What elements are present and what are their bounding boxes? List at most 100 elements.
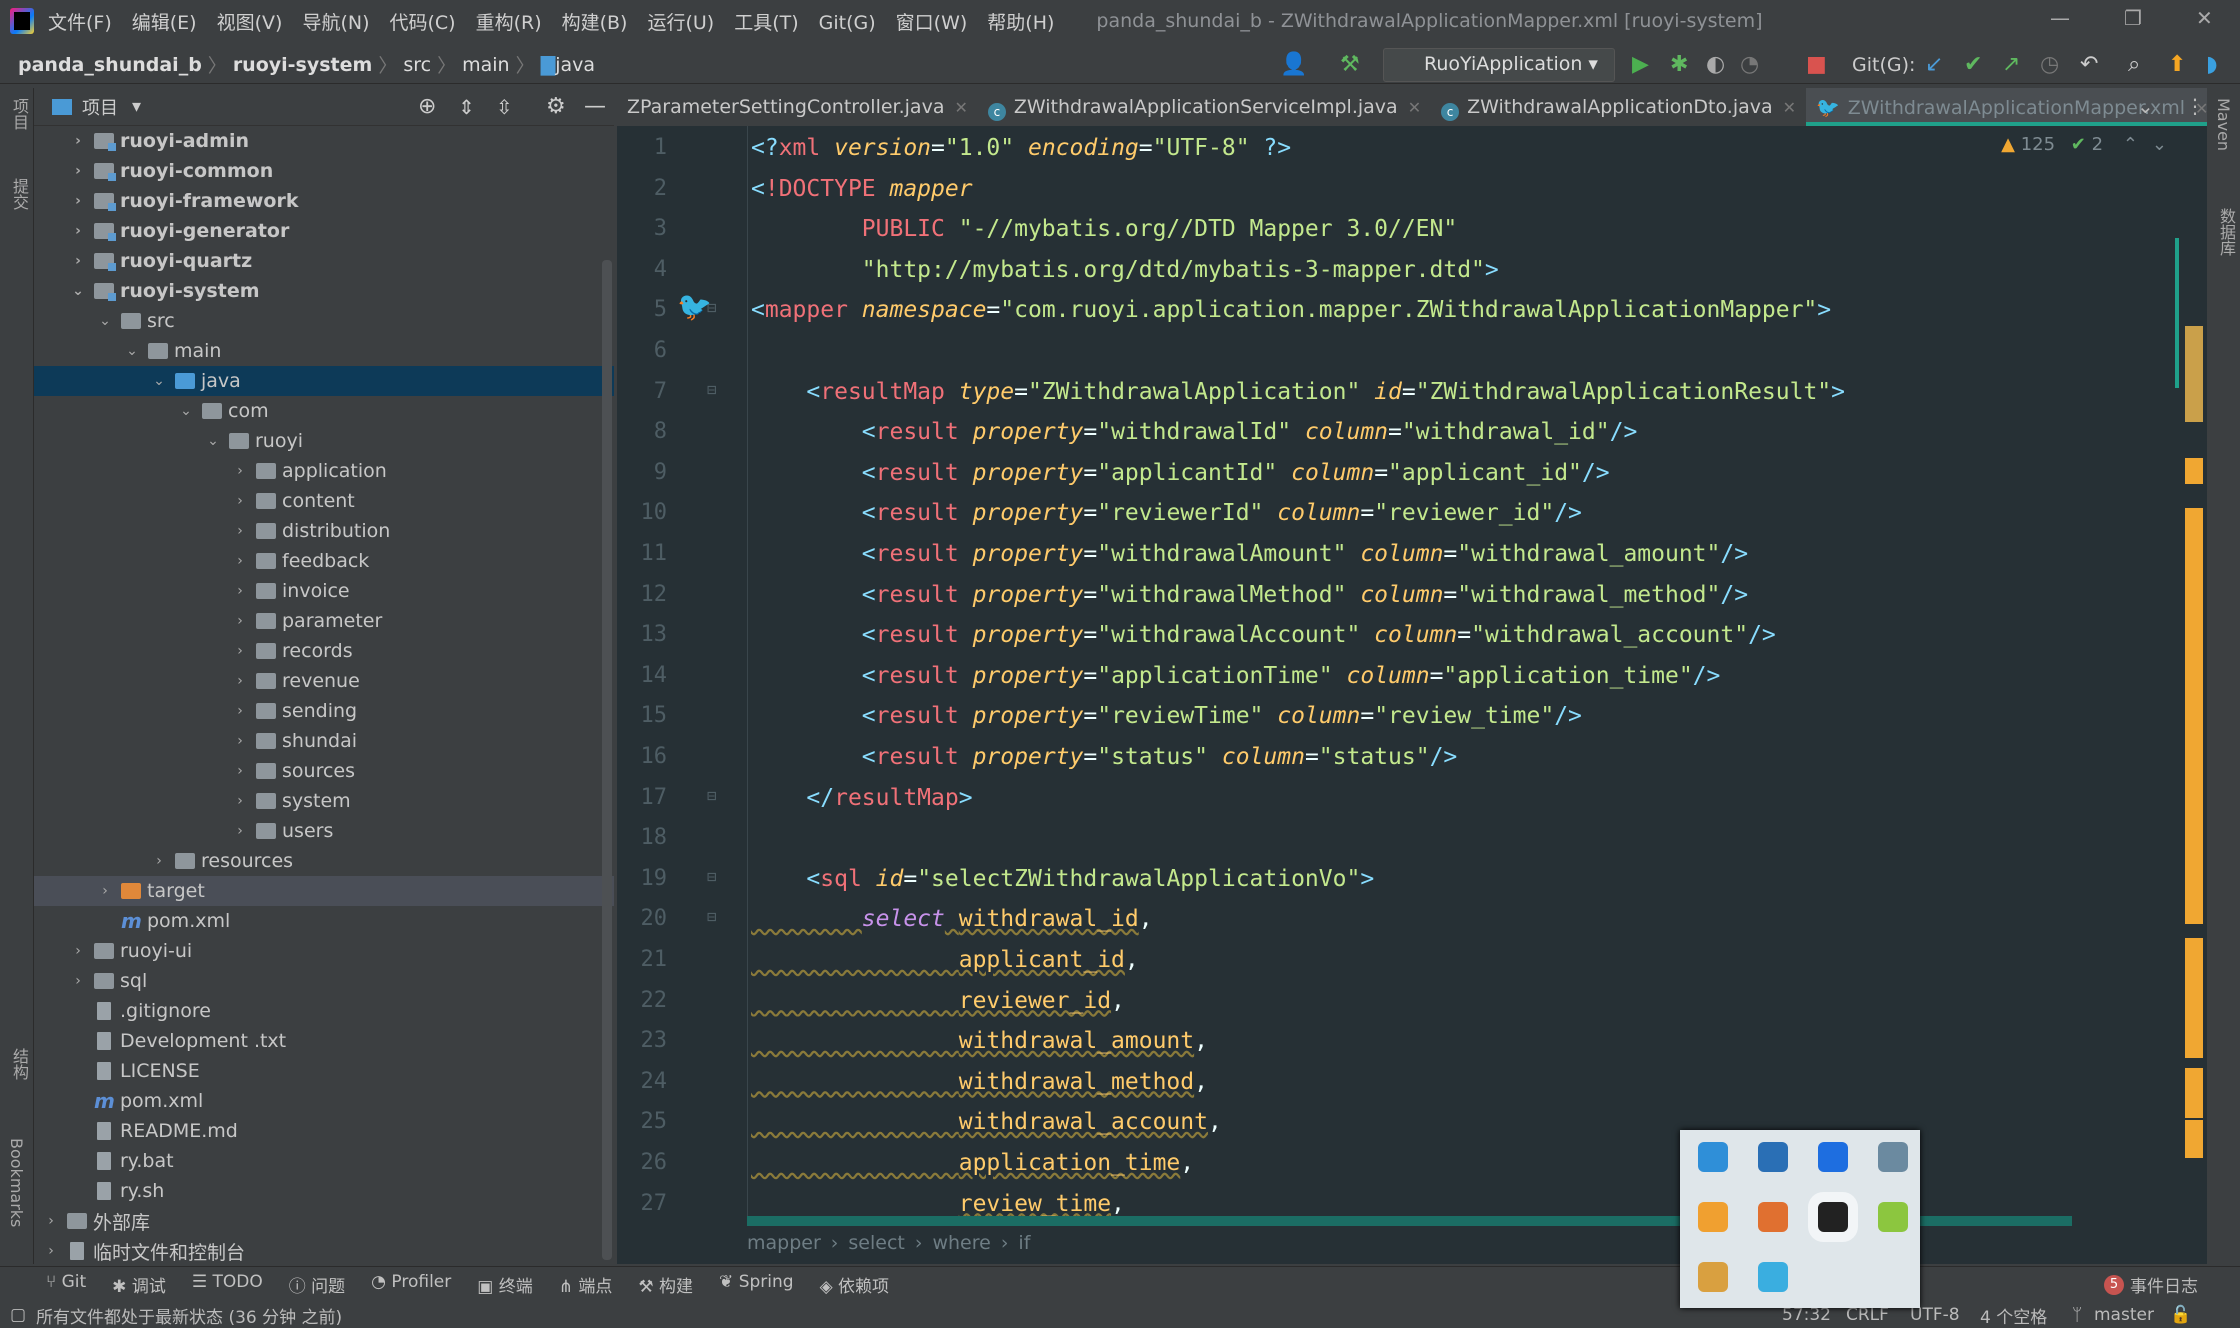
chevron-right-icon[interactable]: › bbox=[68, 973, 88, 989]
chevron-right-icon[interactable]: › bbox=[230, 493, 250, 509]
chevron-right-icon[interactable]: › bbox=[68, 253, 88, 269]
tree-item[interactable]: › sql bbox=[34, 966, 614, 996]
chevron-down-icon[interactable]: ⌄ bbox=[149, 373, 169, 389]
toolwindow-端点[interactable]: ⋔ 端点 bbox=[559, 1272, 613, 1297]
close-button[interactable]: ✕ bbox=[2196, 6, 2213, 30]
menu-item[interactable]: 文件(F) bbox=[48, 12, 112, 34]
tree-item[interactable]: › ruoyi-quartz bbox=[34, 246, 614, 276]
tree-item[interactable]: › ruoyi-ui bbox=[34, 936, 614, 966]
chevron-right-icon[interactable]: › bbox=[230, 553, 250, 569]
chevron-right-icon[interactable]: › bbox=[230, 673, 250, 689]
fold-icon[interactable]: ⊟ bbox=[707, 380, 717, 399]
run-icon[interactable]: ▶ bbox=[1632, 52, 1649, 77]
scroll-marker[interactable] bbox=[2185, 326, 2203, 422]
lock-icon[interactable]: 🔓 bbox=[2170, 1305, 2191, 1325]
tree-item[interactable]: › parameter bbox=[34, 606, 614, 636]
tree-item[interactable]: › distribution bbox=[34, 516, 614, 546]
chevron-right-icon[interactable]: › bbox=[68, 133, 88, 149]
tabs-dropdown-icon[interactable]: ⌄ bbox=[2137, 94, 2154, 118]
chevron-right-icon[interactable]: › bbox=[68, 193, 88, 209]
shield-icon[interactable] bbox=[1698, 1202, 1728, 1232]
network-icon[interactable] bbox=[1878, 1142, 1908, 1172]
menu-item[interactable]: 窗口(W) bbox=[896, 12, 968, 34]
tree-item[interactable]: m pom.xml bbox=[34, 906, 614, 936]
tree-item[interactable]: › target bbox=[34, 876, 614, 906]
fold-icon[interactable]: ⊟ bbox=[707, 786, 717, 805]
scroll-marker[interactable] bbox=[2185, 724, 2203, 924]
menu-item[interactable]: 编辑(E) bbox=[132, 12, 197, 34]
tree-item[interactable]: › 外部库 bbox=[34, 1206, 614, 1236]
caret-position[interactable]: 57:32 bbox=[1782, 1305, 1831, 1325]
indent-setting[interactable]: 4 个空格 bbox=[1980, 1303, 2047, 1328]
search-icon[interactable]: ⌕ bbox=[2128, 52, 2140, 77]
editor-breadcrumb-item[interactable]: where bbox=[932, 1232, 990, 1254]
tree-item[interactable]: .gitignore bbox=[34, 996, 614, 1026]
project-scrollbar[interactable] bbox=[602, 260, 612, 1260]
tree-item[interactable]: › records bbox=[34, 636, 614, 666]
chrome-icon[interactable] bbox=[1878, 1202, 1908, 1232]
app-icon[interactable] bbox=[1818, 1202, 1848, 1232]
tree-item[interactable]: README.md bbox=[34, 1116, 614, 1146]
tree-item[interactable]: › ruoyi-common bbox=[34, 156, 614, 186]
git-push-icon[interactable]: ↗ bbox=[2002, 52, 2020, 77]
update-icon[interactable]: ⬆ bbox=[2168, 52, 2186, 77]
editor-breadcrumb-item[interactable]: if bbox=[1018, 1232, 1030, 1254]
rollback-icon[interactable]: ↶ bbox=[2080, 52, 2098, 77]
toolwindow-git[interactable]: ⑂ Git bbox=[46, 1272, 86, 1297]
tree-item[interactable]: › resources bbox=[34, 846, 614, 876]
tree-item[interactable]: › sources bbox=[34, 756, 614, 786]
tree-item[interactable]: ⌄ src bbox=[34, 306, 614, 336]
chevron-right-icon[interactable]: › bbox=[230, 823, 250, 839]
tree-item[interactable]: › application bbox=[34, 456, 614, 486]
chevron-right-icon[interactable]: › bbox=[230, 583, 250, 599]
menu-item[interactable]: 代码(C) bbox=[389, 12, 455, 34]
chevron-down-icon[interactable]: ⌄ bbox=[95, 313, 115, 329]
more-icon[interactable]: ⋮ bbox=[2185, 94, 2205, 118]
calendar-icon[interactable] bbox=[1758, 1202, 1788, 1232]
git-update-icon[interactable]: ↙ bbox=[1925, 52, 1943, 77]
tree-item[interactable]: › ruoyi-framework bbox=[34, 186, 614, 216]
strip-bookmarks[interactable]: Bookmarks bbox=[7, 1138, 26, 1227]
locate-icon[interactable]: ⊕ bbox=[418, 94, 436, 119]
user-icon[interactable]: 👤 bbox=[1280, 52, 1307, 77]
toolwindow-问题[interactable]: ⓘ 问题 bbox=[289, 1272, 345, 1297]
usb-icon[interactable] bbox=[1698, 1262, 1728, 1292]
tree-item[interactable]: m pom.xml bbox=[34, 1086, 614, 1116]
toolwindow-构建[interactable]: ⚒ 构建 bbox=[638, 1272, 693, 1297]
fold-icon[interactable]: ⊟ bbox=[707, 907, 717, 926]
chevron-right-icon[interactable]: › bbox=[230, 793, 250, 809]
stop-icon[interactable]: ■ bbox=[1806, 52, 1827, 77]
chevron-right-icon[interactable]: › bbox=[230, 733, 250, 749]
menu-item[interactable]: Git(G) bbox=[819, 12, 876, 34]
mybatis-bird-icon[interactable]: 🐦 bbox=[677, 290, 712, 323]
chevron-down-icon[interactable]: ⌄ bbox=[203, 433, 223, 449]
scroll-marker[interactable] bbox=[2185, 1120, 2203, 1158]
tree-item[interactable]: › shundai bbox=[34, 726, 614, 756]
tree-item[interactable]: › users bbox=[34, 816, 614, 846]
hide-icon[interactable]: — bbox=[584, 94, 606, 119]
toolwindow-调试[interactable]: ✱ 调试 bbox=[112, 1272, 166, 1297]
breadcrumb-item[interactable]: java bbox=[555, 54, 595, 76]
strip-maven[interactable]: Maven bbox=[2214, 98, 2233, 151]
gear-icon[interactable]: ⚙ bbox=[546, 94, 566, 119]
chevron-right-icon[interactable]: › bbox=[230, 613, 250, 629]
tree-item[interactable]: ⌄ ruoyi-system bbox=[34, 276, 614, 306]
toolwindow-终端[interactable]: ▣ 终端 bbox=[477, 1272, 532, 1297]
chevron-right-icon[interactable]: › bbox=[230, 703, 250, 719]
strip-project[interactable]: 项目 bbox=[7, 98, 31, 130]
restore-button[interactable]: ❐ bbox=[2124, 6, 2142, 30]
line-separator[interactable]: CRLF bbox=[1846, 1305, 1889, 1325]
chevron-down-icon[interactable]: ⌄ bbox=[122, 343, 142, 359]
collapse-all-icon[interactable]: ⇳ bbox=[496, 95, 513, 119]
tab-zwithdrawalapplicationdto-java[interactable]: c ZWithdrawalApplicationDto.java ✕ bbox=[1431, 88, 1806, 126]
close-tab-icon[interactable]: ✕ bbox=[1783, 98, 1796, 117]
tree-item[interactable]: ry.sh bbox=[34, 1176, 614, 1206]
chevron-right-icon[interactable]: › bbox=[230, 523, 250, 539]
fold-icon[interactable]: ⊟ bbox=[707, 867, 717, 886]
breadcrumb-item[interactable]: main bbox=[462, 54, 509, 76]
tree-item[interactable]: ⌄ ruoyi bbox=[34, 426, 614, 456]
scroll-marker[interactable] bbox=[2185, 458, 2203, 484]
coverage-icon[interactable]: ◐ bbox=[1706, 52, 1725, 77]
event-log-button[interactable]: 事件日志 bbox=[2130, 1272, 2198, 1297]
chevron-right-icon[interactable]: › bbox=[68, 163, 88, 179]
